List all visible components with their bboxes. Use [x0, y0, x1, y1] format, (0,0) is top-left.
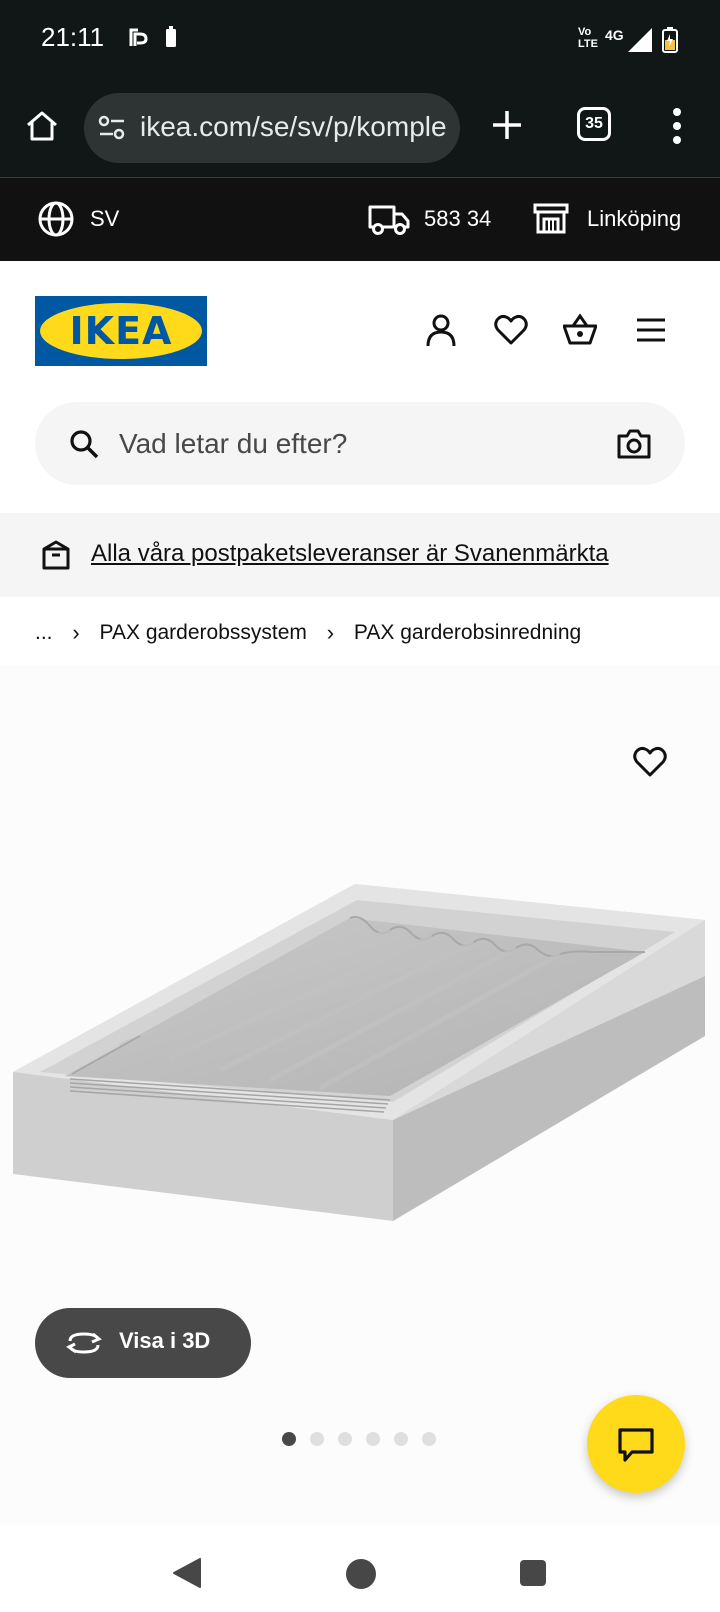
search-bar[interactable]	[35, 402, 685, 485]
battery-charging-icon	[662, 27, 678, 53]
ikea-logo[interactable]: IKEA	[35, 296, 207, 366]
breadcrumb-item-pax-interior[interactable]: PAX garderobsinredning	[354, 621, 581, 645]
more-vert-icon[interactable]	[669, 106, 685, 146]
home-icon[interactable]	[24, 108, 60, 144]
store-icon[interactable]	[533, 201, 569, 235]
breadcrumb-separator: ›	[72, 620, 80, 645]
heart-icon[interactable]	[494, 313, 528, 347]
product-image[interactable]	[10, 876, 710, 1226]
browser-toolbar: ikea.com/se/sv/p/komple 35	[0, 80, 720, 178]
breadcrumb-item-pax-system[interactable]: PAX garderobssystem	[100, 621, 307, 645]
volte-indicator: Vo LTE	[578, 26, 598, 50]
tab-switcher-button[interactable]: 35	[577, 107, 611, 141]
account-icon[interactable]	[424, 313, 458, 347]
pagination-dot-6[interactable]	[422, 1432, 436, 1446]
globe-icon[interactable]	[37, 200, 75, 238]
pagination-dot-1[interactable]	[282, 1432, 296, 1446]
system-nav-bar	[0, 1525, 720, 1612]
info-banner: Alla våra postpaketsleveranser är Svanen…	[0, 513, 720, 597]
view-in-3d-label: Visa i 3D	[119, 1328, 211, 1353]
language-selector[interactable]: SV	[90, 206, 119, 232]
logo-text: IKEA	[69, 309, 173, 353]
address-bar[interactable]: ikea.com/se/sv/p/komple	[84, 93, 460, 163]
back-icon[interactable]	[172, 1557, 202, 1589]
location-bar: SV 583 34 Linköping	[0, 178, 720, 261]
network-type: 4G	[605, 27, 624, 43]
search-input[interactable]	[119, 402, 619, 485]
banner-link[interactable]: Alla våra postpaketsleveranser är Svanen…	[91, 540, 609, 568]
small-battery-icon	[166, 26, 176, 47]
chat-icon	[618, 1428, 654, 1462]
view-in-3d-button[interactable]: Visa i 3D	[35, 1308, 251, 1378]
favorite-heart-icon[interactable]	[633, 745, 667, 779]
pagination-dot-2[interactable]	[310, 1432, 324, 1446]
basket-icon[interactable]	[563, 313, 597, 347]
image-pagination	[282, 1432, 450, 1448]
breadcrumb-ellipsis[interactable]: ...	[35, 621, 53, 645]
signal-icon	[628, 28, 652, 52]
pagination-dot-4[interactable]	[366, 1432, 380, 1446]
recents-icon[interactable]	[520, 1560, 546, 1586]
url-text[interactable]: ikea.com/se/sv/p/komple	[140, 111, 447, 143]
chat-button[interactable]	[587, 1395, 685, 1493]
app-notification-icon	[127, 26, 151, 50]
status-time: 21:11	[41, 22, 105, 52]
pagination-dot-3[interactable]	[338, 1432, 352, 1446]
truck-icon[interactable]	[368, 202, 410, 236]
parcel-icon	[42, 540, 70, 570]
hamburger-icon[interactable]	[634, 313, 668, 347]
status-bar: 21:11 Vo LTE 4G	[0, 0, 720, 80]
camera-icon[interactable]	[617, 428, 651, 460]
home-nav-icon[interactable]	[346, 1559, 376, 1589]
breadcrumb: ... › PAX garderobssystem › PAX garderob…	[35, 620, 581, 650]
search-icon[interactable]	[69, 429, 99, 459]
pagination-dot-5[interactable]	[394, 1432, 408, 1446]
plus-icon[interactable]	[490, 108, 524, 142]
site-settings-icon[interactable]	[98, 115, 126, 141]
postal-code[interactable]: 583 34	[424, 206, 491, 232]
rotate-3d-icon	[66, 1332, 102, 1354]
store-name[interactable]: Linköping	[587, 206, 681, 232]
breadcrumb-separator: ›	[326, 620, 335, 645]
